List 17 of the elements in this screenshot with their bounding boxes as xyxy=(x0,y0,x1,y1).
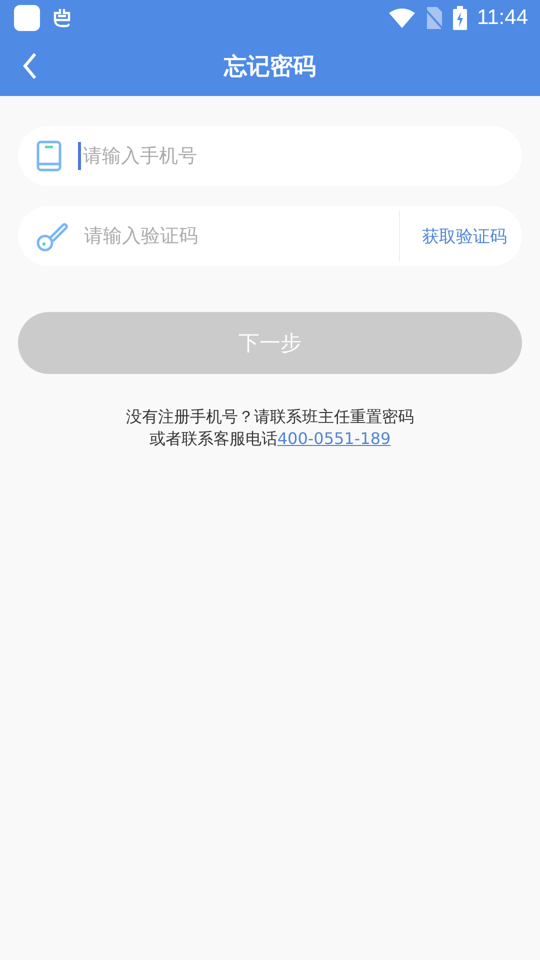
back-icon[interactable] xyxy=(22,52,38,80)
phone-field[interactable]: 请输入手机号 xyxy=(18,126,522,186)
help-text: 或者联系客服电话 xyxy=(149,429,278,448)
app-icon xyxy=(14,5,40,31)
no-sim-icon xyxy=(425,7,443,29)
code-input[interactable]: 请输入验证码 xyxy=(82,224,399,248)
key-icon xyxy=(36,220,68,252)
wifi-icon xyxy=(389,8,415,28)
phone-icon xyxy=(36,140,62,172)
status-time: 11:44 xyxy=(477,6,528,30)
phone-link[interactable]: 400-0551-189 xyxy=(277,429,391,448)
get-code-button[interactable]: 获取验证码 xyxy=(400,206,522,266)
help-text: 没有注册手机号？请联系班主任重置密码 xyxy=(126,407,414,426)
battery-icon xyxy=(453,6,467,30)
code-field[interactable]: 请输入验证码 获取验证码 xyxy=(18,206,522,266)
page-title: 忘记密码 xyxy=(224,52,316,82)
phone-input[interactable]: 请输入手机号 xyxy=(81,144,522,168)
